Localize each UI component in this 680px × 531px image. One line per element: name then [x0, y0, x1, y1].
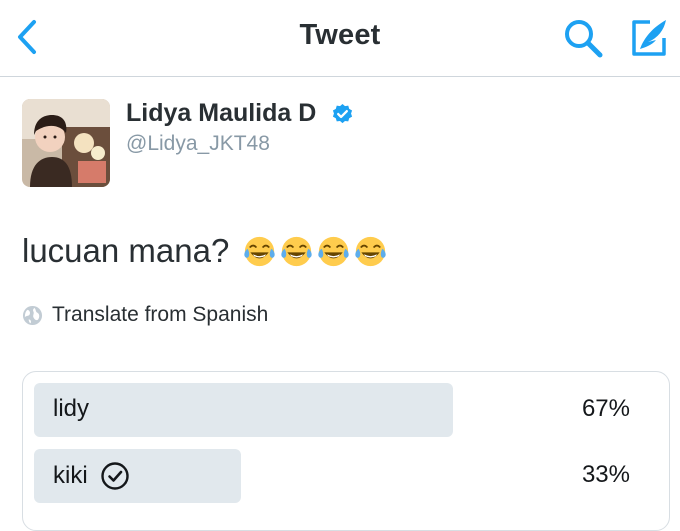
- profile-photo: [22, 99, 110, 187]
- globe-icon: [22, 305, 43, 325]
- poll-option-percent: 33%: [581, 461, 630, 488]
- poll-option-kiki[interactable]: kiki 33%: [34, 449, 660, 503]
- tweet-text: lucuan mana?: [22, 232, 387, 270]
- poll-option-label: lidy: [53, 395, 89, 423]
- tweet-text-content: lucuan mana?: [22, 232, 230, 269]
- check-circle-icon: [100, 462, 129, 490]
- compose-quill-icon: [632, 20, 666, 56]
- top-navigation-bar: Tweet: [0, 0, 680, 77]
- poll-option-percent: 67%: [581, 395, 630, 422]
- poll-option-label: kiki: [53, 461, 130, 491]
- poll: lidy 67% kiki 33%: [22, 371, 670, 531]
- poll-option-text: kiki: [53, 462, 88, 489]
- avatar[interactable]: [22, 99, 110, 187]
- compose-tweet-button[interactable]: [626, 14, 672, 60]
- poll-option-text: lidy: [53, 395, 90, 422]
- author-handle[interactable]: @Lidya_JKT48: [126, 132, 270, 156]
- author-display-name[interactable]: Lidya Maulida D: [126, 99, 316, 128]
- tears-of-joy-emoji-icon: [244, 236, 275, 266]
- tears-of-joy-emoji-icon: [281, 236, 312, 266]
- translate-label: Translate from Spanish: [52, 303, 269, 326]
- tears-of-joy-emoji-icon: [355, 236, 386, 266]
- tears-of-joy-emoji-icon: [318, 236, 349, 266]
- translate-link[interactable]: Translate from Spanish: [22, 303, 268, 327]
- verified-badge-icon: [332, 103, 353, 124]
- poll-option-lidy[interactable]: lidy 67%: [34, 383, 660, 437]
- search-icon: [565, 20, 603, 58]
- emoji-group: [243, 235, 387, 268]
- search-button[interactable]: [560, 15, 606, 61]
- poll-result-bar: [34, 383, 453, 437]
